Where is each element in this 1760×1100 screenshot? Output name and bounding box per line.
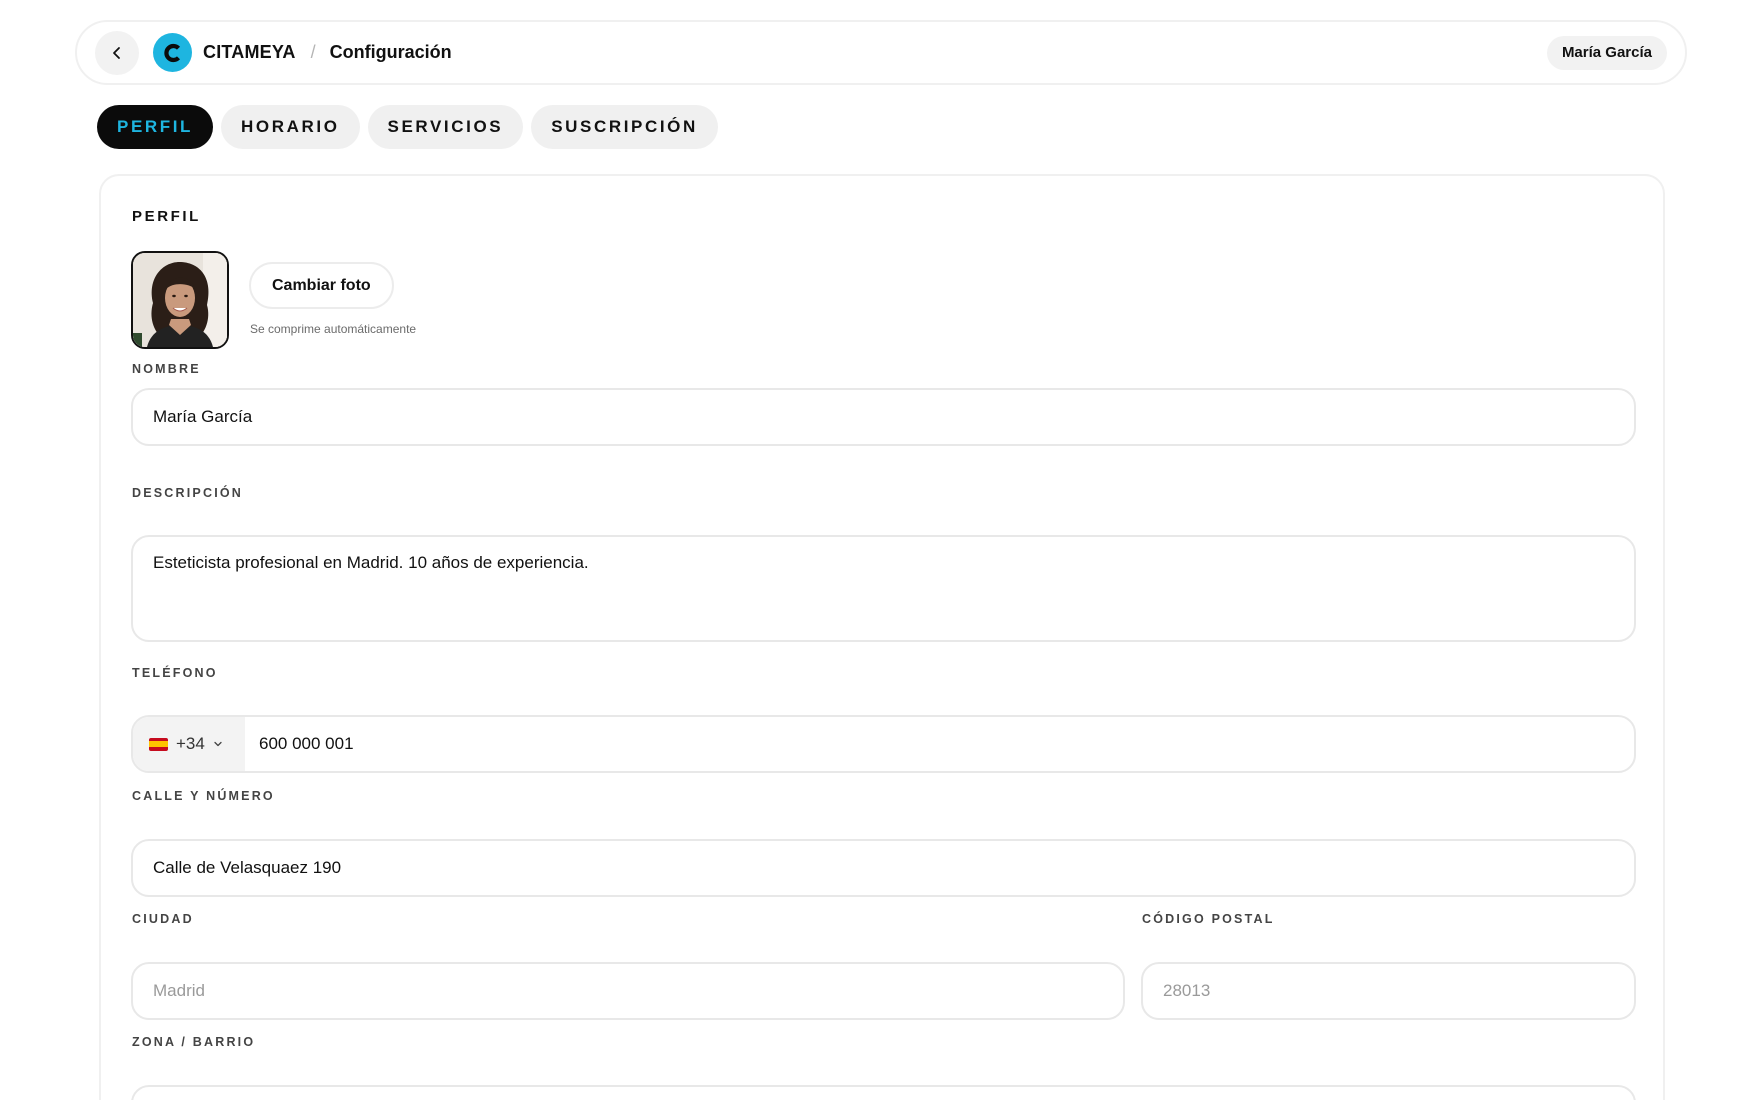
top-navbar: CITAMEYA / Configuración María García xyxy=(75,20,1687,85)
back-button[interactable] xyxy=(95,30,139,75)
tab-perfil[interactable]: PERFIL xyxy=(97,105,214,149)
zona-input[interactable] xyxy=(131,1085,1636,1100)
nombre-label: NOMBRE xyxy=(132,362,201,376)
change-photo-button[interactable]: Cambiar foto xyxy=(249,262,394,309)
telefono-field: +34 600 000 001 xyxy=(131,715,1636,773)
calle-label: CALLE Y NÚMERO xyxy=(132,789,275,803)
es-flag-icon xyxy=(149,737,168,751)
tab-horario[interactable]: HORARIO xyxy=(221,105,360,149)
tab-servicios[interactable]: SERVICIOS xyxy=(367,105,524,149)
codigo-postal-input[interactable]: 28013 xyxy=(1141,962,1636,1020)
nombre-input[interactable]: María García xyxy=(131,388,1636,446)
telefono-input[interactable]: 600 000 001 xyxy=(245,717,1634,771)
profile-card: PERFIL Cambiar foto Se comprime automáti… xyxy=(99,174,1665,1100)
profile-photo xyxy=(133,253,227,347)
settings-tabs: PERFIL HORARIO SERVICIOS SUSCRIPCIÓN xyxy=(97,105,718,149)
logo-c-icon xyxy=(163,43,180,62)
section-title: PERFIL xyxy=(132,208,201,225)
tab-suscripcion[interactable]: SUSCRIPCIÓN xyxy=(531,105,718,149)
ciudad-input[interactable]: Madrid xyxy=(131,962,1125,1020)
brand-name[interactable]: CITAMEYA xyxy=(203,42,296,63)
country-code-select[interactable]: +34 xyxy=(133,717,245,771)
chevron-left-icon xyxy=(113,46,120,59)
breadcrumb-separator: / xyxy=(310,42,316,62)
avatar xyxy=(131,251,229,349)
ciudad-label: CIUDAD xyxy=(132,912,194,926)
page-title: Configuración xyxy=(329,42,452,62)
photo-hint: Se comprime automáticamente xyxy=(250,322,417,336)
descripcion-textarea[interactable]: Esteticista profesional en Madrid. 10 añ… xyxy=(131,535,1636,642)
chevron-down-icon xyxy=(214,741,222,747)
calle-input[interactable]: Calle de Velasquaez 190 xyxy=(131,839,1636,897)
codigo-postal-label: CÓDIGO POSTAL xyxy=(1142,912,1275,926)
zona-label: ZONA / BARRIO xyxy=(132,1035,256,1049)
country-code: +34 xyxy=(176,734,205,753)
user-menu-button[interactable]: María García xyxy=(1546,35,1667,70)
descripcion-label: DESCRIPCIÓN xyxy=(132,486,244,500)
brand-logo[interactable] xyxy=(153,33,192,72)
telefono-label: TELÉFONO xyxy=(132,666,218,680)
